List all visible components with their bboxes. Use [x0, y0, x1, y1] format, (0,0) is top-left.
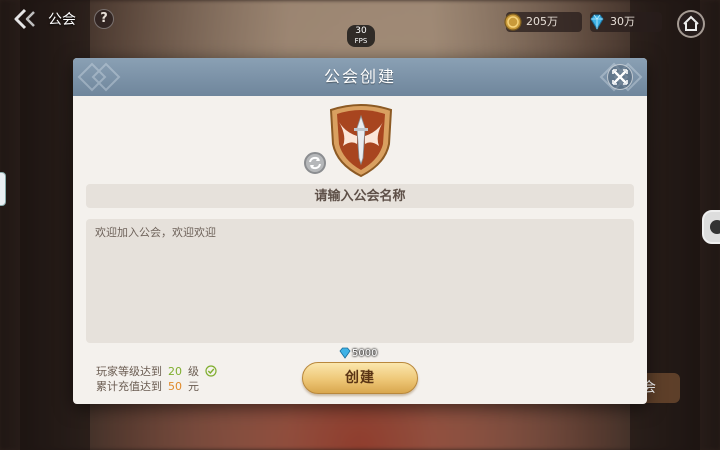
fps-counter: 30 FPS [347, 25, 375, 47]
requirement-label: 玩家等级达到 [96, 365, 162, 378]
avatar-face [710, 220, 720, 234]
gold-amount: 205万 [526, 15, 558, 28]
side-drawer-tab[interactable] [0, 172, 6, 206]
page-title: 公会 [48, 12, 76, 28]
gem-resource[interactable]: 30万 [590, 12, 662, 32]
companion-avatar[interactable] [702, 210, 720, 244]
requirement-unit: 级 [188, 365, 199, 378]
dialog-title: 公会创建 [323, 67, 396, 86]
help-button[interactable]: ? [94, 9, 114, 29]
check-circle-icon [204, 365, 217, 377]
dialog-header: 公会创建 [73, 58, 647, 96]
requirement-recharge: 累计充值达到 50 元 [96, 378, 199, 394]
fps-value: 30 [355, 26, 367, 36]
guild-name-input[interactable] [86, 184, 634, 208]
requirement-level: 玩家等级达到 20 级 [96, 363, 217, 379]
guild-emblem-icon[interactable] [325, 102, 397, 178]
gem-amount: 30万 [610, 15, 635, 28]
back-button[interactable] [14, 8, 40, 30]
gold-coin-icon [504, 13, 522, 31]
close-button[interactable] [607, 64, 633, 90]
cost-amount: 5000 [352, 348, 378, 359]
refresh-emblem-button[interactable] [304, 152, 326, 174]
requirement-value: 20 [168, 365, 182, 378]
diamond-icon [339, 347, 351, 359]
requirement-value: 50 [168, 380, 182, 393]
question-icon: ? [100, 11, 108, 26]
back-arrow-icon [14, 8, 35, 30]
guild-create-dialog: 公会创建 欢迎加入公会，欢迎欢迎 玩家等级达到 20 级 累计充值达到 [73, 58, 647, 404]
home-button[interactable] [677, 10, 705, 38]
refresh-icon [309, 156, 321, 170]
close-icon [612, 69, 628, 85]
home-icon [683, 15, 699, 31]
diamond-icon [590, 14, 604, 30]
requirement-label: 累计充值达到 [96, 380, 162, 393]
create-guild-button[interactable]: 创建 [302, 362, 418, 394]
fps-label: FPS [354, 37, 368, 45]
gold-resource[interactable]: 205万 [504, 12, 582, 32]
requirement-unit: 元 [188, 380, 199, 393]
guild-notice-textarea[interactable]: 欢迎加入公会，欢迎欢迎 [86, 219, 634, 343]
